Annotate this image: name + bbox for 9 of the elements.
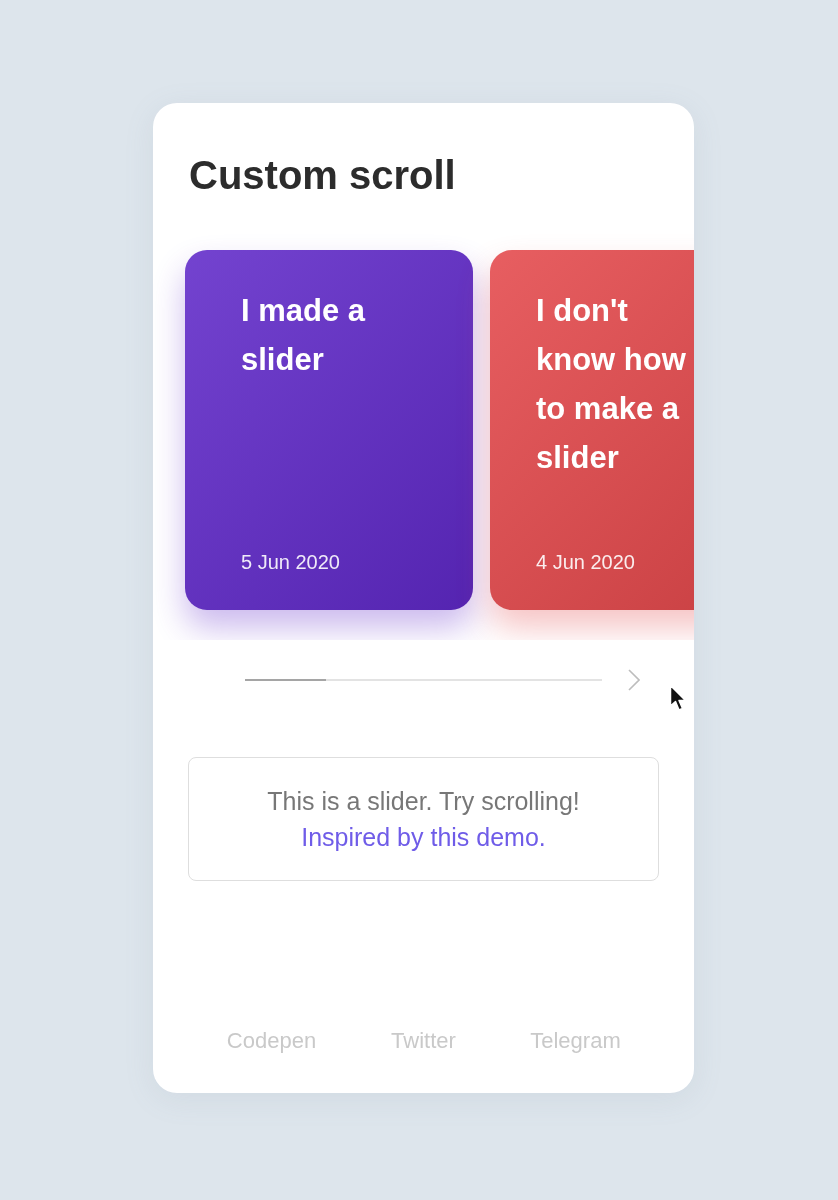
slide-title: I don't know how to make a slider xyxy=(536,292,687,477)
chevron-right-icon[interactable] xyxy=(628,669,640,691)
info-text: This is a slider. Try scrolling! xyxy=(267,786,580,817)
slide-date: 5 Jun 2020 xyxy=(241,550,340,574)
scroll-thumb[interactable] xyxy=(245,679,326,681)
slide-date: 4 Jun 2020 xyxy=(536,550,635,574)
slide-title: I made a slider xyxy=(241,292,367,379)
page-title: Custom scroll xyxy=(188,152,457,199)
demo-link[interactable]: Inspired by this demo. xyxy=(301,819,546,855)
